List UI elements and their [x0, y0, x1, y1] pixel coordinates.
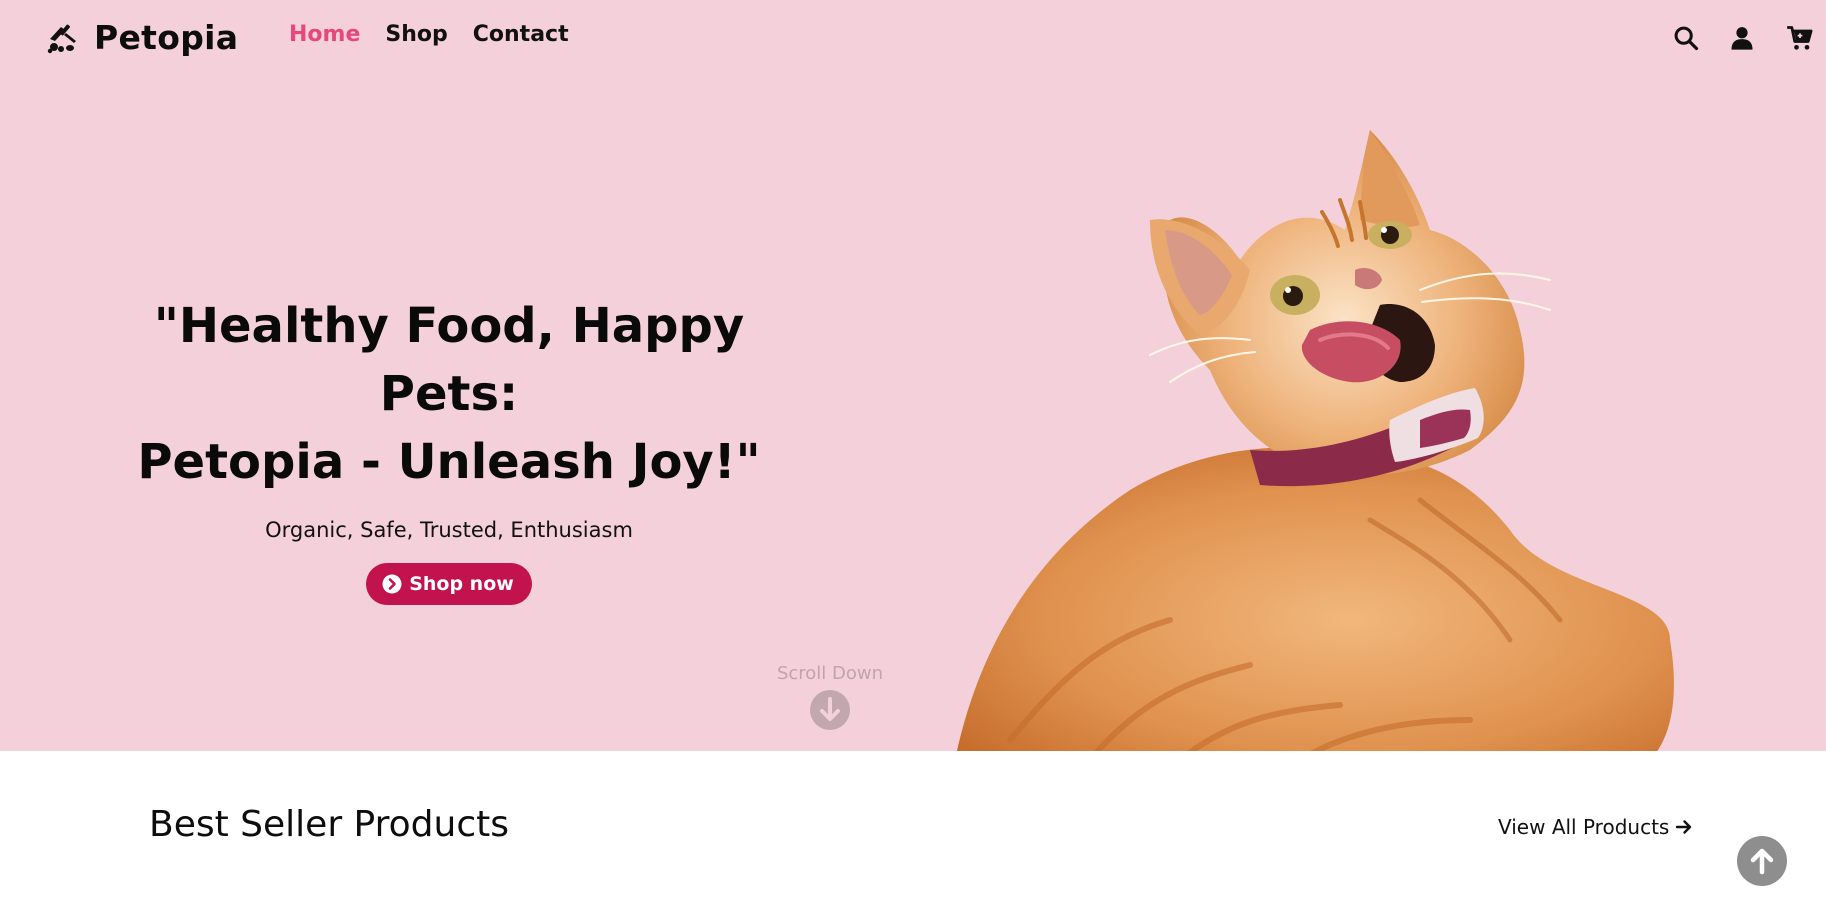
shop-now-label: Shop now	[409, 573, 514, 595]
brand-name: Petopia	[94, 18, 239, 57]
cart-icon[interactable]	[1786, 24, 1814, 52]
nav-link-home[interactable]: Home	[289, 22, 360, 47]
search-icon[interactable]	[1672, 24, 1700, 52]
hero-headline-line-2: Petopia - Unleash Joy!"	[137, 434, 761, 490]
main-nav: Home Shop Contact	[289, 22, 569, 47]
nav-icon-group	[1626, 24, 1826, 54]
cat-hero-image	[957, 130, 1674, 751]
chevron-right-circle-icon	[382, 574, 402, 594]
nav-link-shop[interactable]: Shop	[385, 22, 447, 47]
scroll-down-indicator[interactable]: Scroll Down	[770, 663, 890, 730]
arrow-down-circle-icon	[810, 690, 850, 730]
brand[interactable]: Petopia	[46, 18, 238, 57]
arrow-right-icon	[1676, 820, 1692, 834]
hero-section: Petopia Home Shop Contact "Healthy Food,…	[0, 0, 1826, 751]
view-all-products-link[interactable]: View All Products	[1498, 815, 1693, 839]
best-seller-heading: Best Seller Products	[149, 804, 509, 845]
scroll-down-label: Scroll Down	[776, 663, 884, 684]
arrow-up-icon	[1750, 848, 1774, 875]
hero-headline-line-1: "Healthy Food, Happy Pets:	[153, 298, 745, 422]
nav-link-contact[interactable]: Contact	[473, 22, 569, 47]
shop-now-button[interactable]: Shop now	[366, 563, 532, 605]
user-icon[interactable]	[1728, 24, 1756, 52]
scroll-to-top-button[interactable]	[1737, 836, 1787, 886]
view-all-products-label: View All Products	[1498, 815, 1670, 839]
pet-grooming-logo-icon	[47, 24, 76, 53]
hero-tagline: Organic, Safe, Trusted, Enthusiasm	[265, 518, 633, 542]
hero-content: "Healthy Food, Happy Pets: Petopia - Unl…	[100, 292, 798, 605]
hero-headline: "Healthy Food, Happy Pets: Petopia - Unl…	[100, 292, 798, 496]
navbar: Petopia Home Shop Contact	[0, 0, 1826, 76]
